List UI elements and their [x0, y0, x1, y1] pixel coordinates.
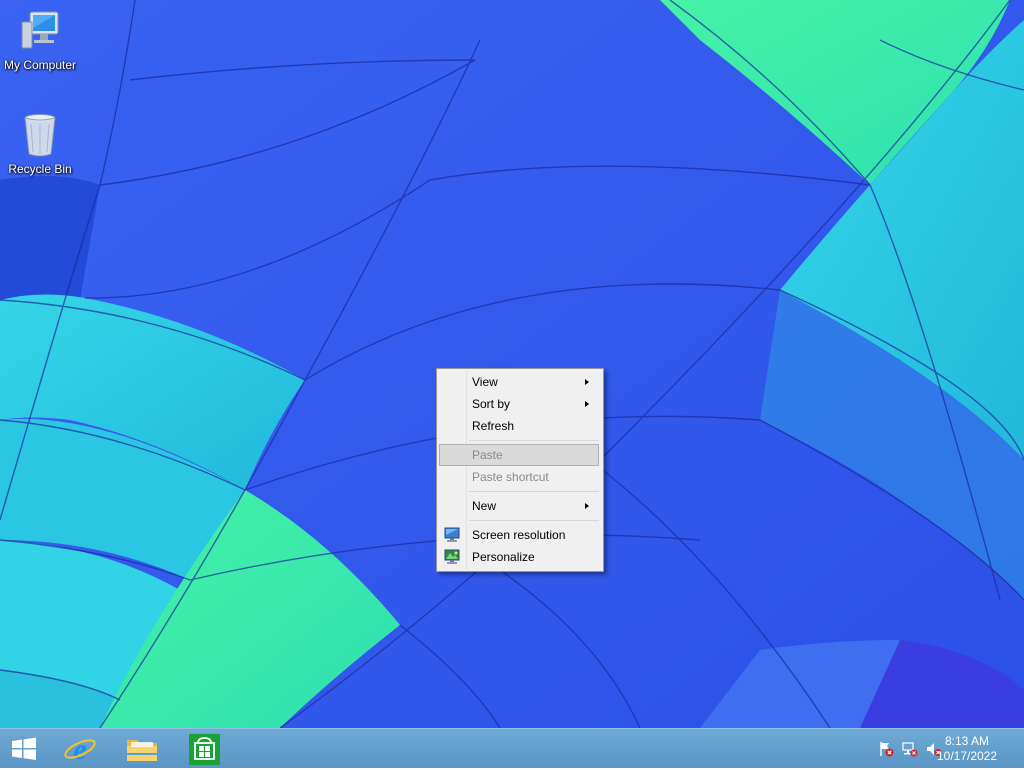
- computer-icon: [16, 8, 64, 56]
- personalize-icon: [444, 549, 460, 565]
- menu-item-label: New: [472, 499, 497, 513]
- start-button[interactable]: [4, 731, 44, 767]
- svg-text:e: e: [73, 733, 86, 766]
- recycle-bin-icon: [16, 112, 64, 160]
- submenu-arrow-icon: [585, 379, 589, 385]
- clock-time: 8:13 AM: [944, 734, 990, 748]
- menu-item-sort-by[interactable]: Sort by: [439, 393, 599, 415]
- desktop-icon-my-computer[interactable]: My Computer: [0, 8, 80, 72]
- menu-item-view[interactable]: View: [439, 371, 599, 393]
- menu-separator: [469, 520, 599, 521]
- clock-date: 10/17/2022: [936, 749, 998, 763]
- submenu-arrow-icon: [585, 503, 589, 509]
- menu-separator: [469, 491, 599, 492]
- menu-item-label: Paste: [472, 448, 503, 462]
- internet-explorer-button[interactable]: e: [60, 731, 100, 767]
- taskbar: e 8:13 AM 10/17/2022: [0, 728, 1024, 768]
- menu-item-paste-shortcut[interactable]: Paste shortcut: [439, 466, 599, 488]
- desktop-icon-label: Recycle Bin: [8, 162, 72, 176]
- menu-separator: [469, 440, 599, 441]
- menu-item-label: Screen resolution: [472, 528, 566, 542]
- desktop-icon-recycle-bin[interactable]: Recycle Bin: [0, 112, 80, 176]
- menu-item-label: View: [472, 375, 498, 389]
- menu-item-screen-resolution[interactable]: Screen resolution: [439, 524, 599, 546]
- menu-item-paste[interactable]: Paste: [439, 444, 599, 466]
- file-explorer-button[interactable]: [122, 731, 162, 767]
- desktop-context-menu: View Sort by Refresh Paste Paste shortcu…: [436, 368, 604, 572]
- menu-item-label: Personalize: [472, 550, 535, 564]
- desktop-icon-label: My Computer: [3, 58, 77, 72]
- menu-item-new[interactable]: New: [439, 495, 599, 517]
- monitor-icon: [444, 527, 460, 543]
- system-tray: 8:13 AM 10/17/2022: [864, 729, 1024, 769]
- network-icon[interactable]: [902, 741, 918, 757]
- menu-item-label: Paste shortcut: [472, 470, 549, 484]
- menu-item-refresh[interactable]: Refresh: [439, 415, 599, 437]
- taskbar-clock[interactable]: 8:13 AM 10/17/2022: [932, 734, 1002, 764]
- action-center-flag-icon[interactable]: [878, 741, 894, 757]
- submenu-arrow-icon: [585, 401, 589, 407]
- store-button[interactable]: [184, 731, 224, 767]
- menu-item-label: Sort by: [472, 397, 511, 411]
- menu-item-label: Refresh: [472, 419, 515, 433]
- menu-item-personalize[interactable]: Personalize: [439, 546, 599, 568]
